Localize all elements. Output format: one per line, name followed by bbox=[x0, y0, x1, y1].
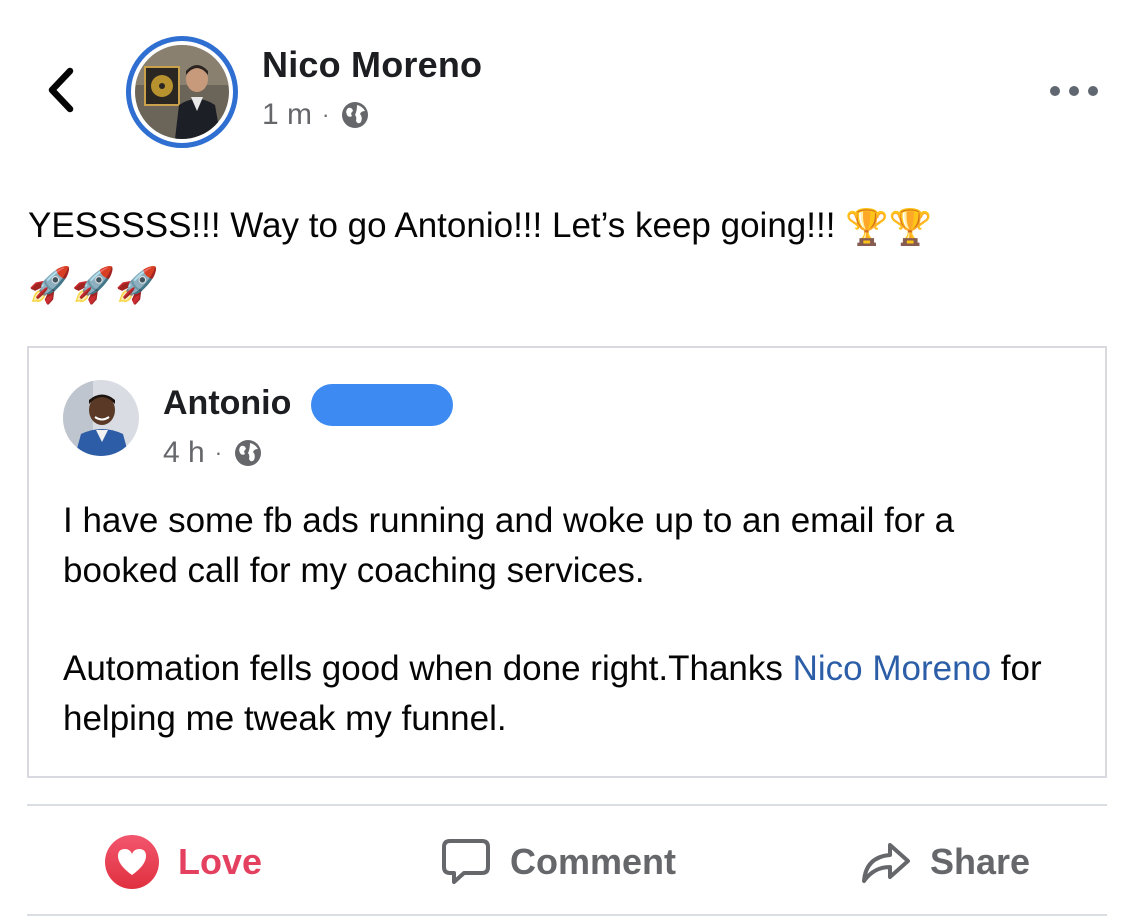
shared-author-avatar[interactable] bbox=[63, 380, 139, 456]
share-label: Share bbox=[930, 841, 1031, 882]
post-header: Nico Moreno 1 m · bbox=[0, 0, 1132, 170]
shared-post-text: I have some fb ads running and woke up t… bbox=[63, 496, 1073, 792]
chevron-left-icon bbox=[48, 67, 74, 113]
rocket-emoji: 🚀🚀🚀 bbox=[28, 265, 159, 305]
love-button[interactable]: Love bbox=[104, 834, 262, 890]
author-avatar-image bbox=[135, 45, 229, 139]
meta-separator: · bbox=[214, 440, 223, 465]
action-bar: Love Comment Share bbox=[0, 806, 1132, 916]
more-dot-icon bbox=[1088, 86, 1098, 96]
shared-paragraph: I have some fb ads running and woke up t… bbox=[63, 501, 955, 590]
shared-post-card[interactable]: Antonio 4 h · I have some fb ads running… bbox=[27, 346, 1107, 778]
shared-post-timestamp[interactable]: 4 h bbox=[163, 436, 205, 470]
author-name[interactable]: Nico Moreno bbox=[262, 44, 482, 86]
love-label: Love bbox=[178, 841, 263, 882]
post-text: YESSSSS!!! Way to go Antonio!!! Let’s ke… bbox=[28, 198, 1108, 314]
trophy-emoji: 🏆🏆 bbox=[845, 207, 933, 247]
more-options-button[interactable] bbox=[1048, 78, 1100, 104]
meta-separator: · bbox=[322, 102, 330, 127]
shared-post-meta: 4 h · bbox=[163, 436, 264, 470]
share-button[interactable]: Share bbox=[860, 834, 1030, 890]
more-dot-icon bbox=[1050, 86, 1060, 96]
author-avatar[interactable] bbox=[126, 36, 238, 148]
post-meta: 1 m · bbox=[262, 98, 371, 132]
post-timestamp[interactable]: 1 m bbox=[262, 98, 312, 132]
shared-text-prefix: Automation fells good when done right.Th… bbox=[63, 649, 793, 688]
comment-label: Comment bbox=[510, 841, 677, 882]
shared-author-name[interactable]: Antonio bbox=[163, 384, 291, 423]
redaction-mark bbox=[311, 384, 453, 426]
shared-paragraph: Automation fells good when done right.Th… bbox=[63, 644, 1073, 744]
globe-icon bbox=[342, 102, 369, 128]
mention-link[interactable]: Nico Moreno bbox=[793, 649, 991, 688]
comment-icon bbox=[442, 839, 490, 884]
post-message: YESSSSS!!! Way to go Antonio!!! Let’s ke… bbox=[28, 206, 836, 245]
divider bbox=[27, 914, 1107, 916]
globe-icon bbox=[235, 440, 262, 466]
heart-icon bbox=[105, 835, 159, 889]
back-button[interactable] bbox=[38, 64, 82, 116]
share-icon bbox=[862, 843, 910, 883]
more-dot-icon bbox=[1069, 86, 1079, 96]
comment-button[interactable]: Comment bbox=[440, 834, 676, 890]
